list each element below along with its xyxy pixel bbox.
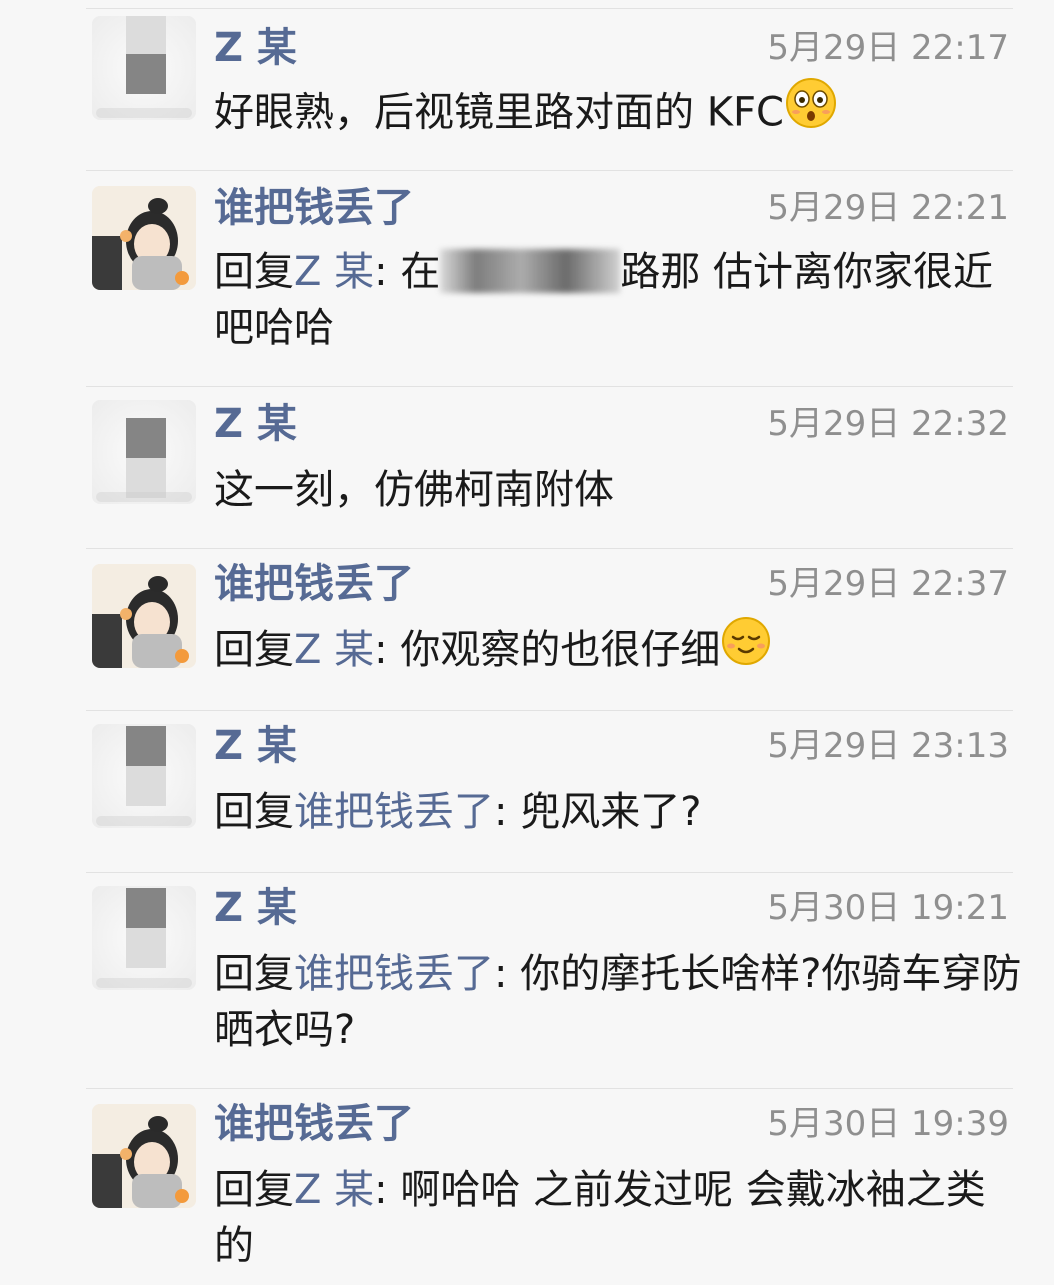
divider — [86, 872, 1013, 873]
comment-author[interactable]: 谁把钱丢了 — [214, 560, 414, 608]
reply-prefix: 回复 — [214, 1167, 294, 1213]
comment-author[interactable]: 谁把钱丢了 — [214, 1100, 414, 1148]
comment-timestamp: 5月30日 19:39 — [767, 1104, 1009, 1144]
comment-timestamp: 5月29日 22:21 — [767, 188, 1009, 228]
comment-text: 好眼熟，后视镜里路对面的 KFC — [214, 78, 1024, 145]
reply-separator: : — [494, 789, 521, 835]
divider — [86, 8, 1013, 9]
comment-author[interactable]: 谁把钱丢了 — [214, 184, 414, 232]
comment-timestamp: 5月29日 22:17 — [767, 28, 1009, 68]
reply-mention[interactable]: Z 某 — [294, 249, 374, 295]
comment-timestamp: 5月29日 22:37 — [767, 564, 1009, 604]
comment-text: 回复Z 某: 啊哈哈 之前发过呢 会戴冰袖之类的 — [214, 1162, 1024, 1274]
comment-author[interactable]: Z 某 — [214, 24, 297, 72]
avatar[interactable] — [92, 186, 196, 290]
comment-item[interactable]: Z 某 5月30日 19:21 回复谁把钱丢了: 你的摩托长啥样?你骑车穿防晒衣… — [86, 872, 1021, 1088]
divider — [86, 170, 1013, 171]
comment-item[interactable]: Z 某 5月29日 22:32 这一刻，仿佛柯南附体 — [86, 386, 1013, 548]
divider — [86, 386, 1013, 387]
reply-prefix: 回复 — [214, 627, 294, 673]
flushed-face-icon — [784, 76, 838, 145]
reply-prefix: 回复 — [214, 951, 294, 997]
avatar[interactable] — [92, 564, 196, 668]
comment-list: Z 某 5月29日 22:17 好眼熟，后视镜里路对面的 KFC 谁把钱丢了 5… — [0, 0, 1054, 1285]
reply-mention[interactable]: Z 某 — [294, 1167, 374, 1213]
comment-timestamp: 5月29日 23:13 — [767, 726, 1009, 766]
comment-text: 回复Z 某: 你观察的也很仔细 — [214, 616, 1024, 682]
comment-body: 你观察的也很仔细 — [400, 627, 721, 673]
avatar[interactable] — [92, 724, 196, 828]
divider — [86, 1088, 1013, 1089]
comment-item[interactable]: Z 某 5月29日 22:17 好眼熟，后视镜里路对面的 KFC — [86, 8, 1013, 170]
comment-body: 在 — [400, 249, 441, 295]
comment-timestamp: 5月30日 19:21 — [767, 888, 1009, 928]
comment-body: 兜风来了? — [520, 789, 702, 835]
reply-mention[interactable]: Z 某 — [294, 627, 374, 673]
avatar[interactable] — [92, 400, 196, 504]
comment-author[interactable]: Z 某 — [214, 400, 297, 448]
reply-separator: : — [374, 1167, 401, 1213]
redacted-area — [440, 249, 621, 293]
reply-prefix: 回复 — [214, 249, 294, 295]
reply-separator: : — [494, 951, 521, 997]
avatar[interactable] — [92, 1104, 196, 1208]
comment-body: 好眼熟，后视镜里路对面的 KFC — [214, 89, 784, 136]
reply-prefix: 回复 — [214, 789, 294, 835]
avatar[interactable] — [92, 16, 196, 120]
reply-separator: : — [374, 249, 401, 295]
divider — [86, 548, 1013, 549]
comment-text: 回复谁把钱丢了: 兜风来了? — [214, 784, 1024, 840]
comment-body: 这一刻，仿佛柯南附体 — [214, 467, 614, 513]
reply-separator: : — [374, 627, 401, 673]
avatar[interactable] — [92, 886, 196, 990]
comment-author[interactable]: Z 某 — [214, 722, 297, 770]
reply-mention[interactable]: 谁把钱丢了 — [294, 789, 494, 835]
comment-text: 回复Z 某: 在路那 估计离你家很近吧哈哈 — [214, 244, 1024, 356]
comment-item[interactable]: 谁把钱丢了 5月29日 22:37 回复Z 某: 你观察的也很仔细 — [86, 548, 1013, 710]
comment-item[interactable]: 谁把钱丢了 5月29日 22:21 回复Z 某: 在路那 估计离你家很近吧哈哈 — [86, 170, 1013, 386]
divider — [86, 710, 1013, 711]
comment-text: 这一刻，仿佛柯南附体 — [214, 462, 1024, 518]
comment-item[interactable]: 谁把钱丢了 5月30日 19:39 回复Z 某: 啊哈哈 之前发过呢 会戴冰袖之… — [86, 1088, 1013, 1285]
comment-text: 回复谁把钱丢了: 你的摩托长啥样?你骑车穿防晒衣吗? — [214, 946, 1024, 1058]
comment-item[interactable]: Z 某 5月29日 23:13 回复谁把钱丢了: 兜风来了? — [86, 710, 1013, 872]
reply-mention[interactable]: 谁把钱丢了 — [294, 951, 494, 997]
comment-timestamp: 5月29日 22:32 — [767, 404, 1009, 444]
comment-author[interactable]: Z 某 — [214, 884, 297, 932]
relieved-face-icon — [720, 615, 772, 682]
